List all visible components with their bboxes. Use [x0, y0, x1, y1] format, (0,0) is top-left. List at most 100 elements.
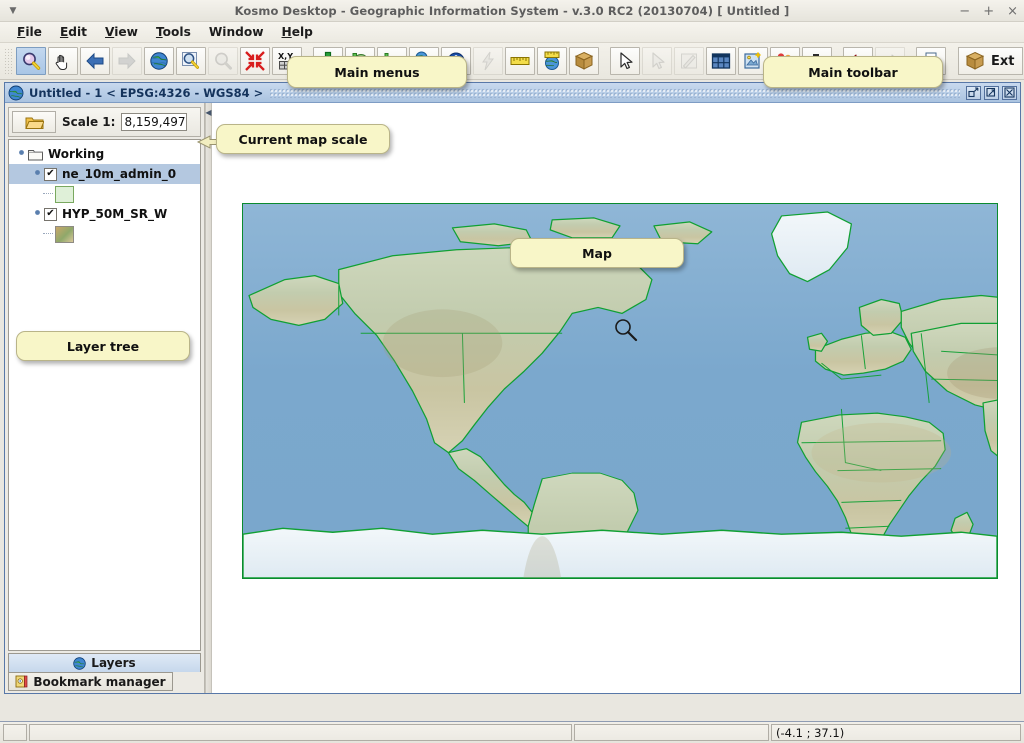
map-window-close-button[interactable] [1002, 85, 1017, 100]
menu-bar: File Edit View Tools Window Help [0, 22, 1024, 43]
status-message [29, 724, 572, 741]
scale-input[interactable]: 8,159,497 [121, 113, 188, 131]
maximize-button[interactable]: + [983, 5, 994, 18]
red-arrows-in-icon [245, 51, 265, 71]
bookmark-icon [15, 675, 28, 688]
tab-bookmark-manager[interactable]: Bookmark manager [8, 672, 173, 691]
status-icon-slot [3, 724, 27, 741]
menu-file[interactable]: File [8, 23, 51, 41]
layer-visibility-checkbox-1[interactable]: ✔ [44, 207, 57, 221]
ext-button-label: Ext [991, 53, 1015, 69]
zoom-to-selected-button[interactable] [208, 47, 238, 75]
attribute-table-button[interactable] [706, 47, 736, 75]
callout-main-toolbar: Main toolbar [763, 56, 943, 88]
next-view-button[interactable] [112, 47, 142, 75]
callout-layer-tree: Layer tree [16, 331, 190, 361]
layer-tree[interactable]: Working ✔ ne_10m_admin_0 ✔ HYP_50M_SR_W [8, 139, 201, 651]
layer-swatch-row-1 [9, 224, 200, 244]
magnifier-icon [23, 52, 41, 70]
zoom-to-layer-button[interactable] [176, 47, 206, 75]
tab-bookmark-manager-label: Bookmark manager [33, 674, 166, 689]
measure-distance-button[interactable] [505, 47, 535, 75]
status-bar: (-4.1 ; 37.1) [0, 721, 1024, 743]
edit-geometry-button[interactable] [674, 47, 704, 75]
menu-window-rest: indow [222, 25, 264, 39]
toolbar-grip[interactable] [4, 48, 12, 74]
package-tool-button[interactable] [569, 47, 599, 75]
layer-expand-toggle-icon-0[interactable] [31, 168, 44, 180]
select-feature-button[interactable] [642, 47, 672, 75]
grid-table-icon [711, 53, 731, 69]
mdi-desktop: Untitled - 1 < EPSG:4326 - WGS84 > Scale… [0, 56, 1024, 721]
zoom-to-selection-button[interactable] [240, 47, 270, 75]
title-bar: ▼ Kosmo Desktop - Geographic Information… [0, 0, 1024, 22]
window-controls: − + × [959, 0, 1018, 22]
magnifier-grey-icon [215, 52, 232, 70]
tree-root-working[interactable]: Working [9, 144, 200, 164]
tree-connector [43, 233, 53, 234]
antarctica [243, 527, 997, 578]
globe-ruler-icon [544, 51, 560, 70]
menu-help-rest: elp [291, 25, 313, 39]
window-title: Kosmo Desktop - Geographic Information S… [234, 4, 790, 18]
close-button[interactable]: × [1007, 5, 1018, 18]
cursor-arrow-icon [620, 52, 633, 70]
layer-label-1: HYP_50M_SR_W [62, 207, 168, 221]
layer-row-0[interactable]: ✔ ne_10m_admin_0 [9, 164, 200, 184]
layer-row-1[interactable]: ✔ HYP_50M_SR_W [9, 204, 200, 224]
ruler-icon [510, 57, 530, 65]
zoom-in-tool-button[interactable] [16, 47, 46, 75]
edit-pencil-icon [681, 53, 697, 69]
status-progress [574, 724, 769, 741]
callout-map: Map [510, 238, 684, 268]
callout-main-toolbar-label: Main toolbar [808, 64, 898, 80]
map-window-maximize-button[interactable] [984, 85, 999, 100]
zoom-full-extent-button[interactable] [144, 47, 174, 75]
pan-tool-button[interactable] [48, 47, 78, 75]
layer-style-swatch-1[interactable] [55, 225, 74, 243]
layer-visibility-checkbox-0[interactable]: ✔ [44, 167, 57, 181]
application-window: ▼ Kosmo Desktop - Geographic Information… [0, 0, 1024, 743]
expand-toggle-icon[interactable] [15, 148, 28, 160]
menu-view[interactable]: View [96, 23, 147, 41]
menu-window[interactable]: Window [200, 23, 273, 41]
callout-main-menus: Main menus [287, 56, 467, 88]
zoom-layer-icon [182, 52, 199, 69]
previous-view-button[interactable] [80, 47, 110, 75]
scale-toolbar: Scale 1: 8,159,497 [8, 107, 201, 137]
map-window-restore-button[interactable] [966, 85, 981, 100]
minimize-button[interactable]: − [959, 5, 970, 18]
menu-edit[interactable]: Edit [51, 23, 96, 41]
measure-geodesic-button[interactable] [537, 47, 567, 75]
layer-style-swatch-0[interactable] [55, 185, 74, 203]
arrow-right-icon [118, 52, 136, 70]
panel-tab-strip: Layers Bookmark manager [5, 653, 204, 693]
globe-icon [150, 52, 168, 70]
ext-button[interactable]: Ext [958, 47, 1024, 75]
maximize-icon [986, 87, 996, 97]
folder-icon [28, 149, 43, 160]
menu-tools[interactable]: Tools [147, 23, 200, 41]
map-window-body: Scale 1: 8,159,497 Working ✔ ne_10m_admi… [5, 103, 1020, 693]
layer-label-0: ne_10m_admin_0 [62, 167, 177, 181]
open-folder-button[interactable] [12, 111, 56, 133]
menu-tools-rest: ools [162, 25, 191, 39]
splitter-collapse-icon[interactable]: ◀ [205, 109, 211, 117]
open-folder-icon [24, 117, 44, 129]
restore-icon [968, 87, 979, 98]
menu-help[interactable]: Help [273, 23, 322, 41]
callout-current-map-scale: Current map scale [216, 124, 390, 154]
layer-expand-toggle-icon-1[interactable] [31, 208, 44, 220]
globe-icon [8, 85, 24, 100]
quick-action-button[interactable] [473, 47, 503, 75]
map-window-title: Untitled - 1 < EPSG:4326 - WGS84 > [29, 85, 264, 100]
map-pane[interactable] [212, 103, 1020, 693]
lightning-icon [482, 51, 494, 71]
box-icon [965, 51, 985, 70]
new-image-icon [744, 52, 761, 69]
select-tool-button[interactable] [610, 47, 640, 75]
status-coordinates: (-4.1 ; 37.1) [771, 724, 1021, 741]
tree-root-label: Working [48, 147, 105, 161]
panel-splitter[interactable]: ◀ [205, 103, 212, 693]
tab-layers[interactable]: Layers [8, 653, 201, 672]
